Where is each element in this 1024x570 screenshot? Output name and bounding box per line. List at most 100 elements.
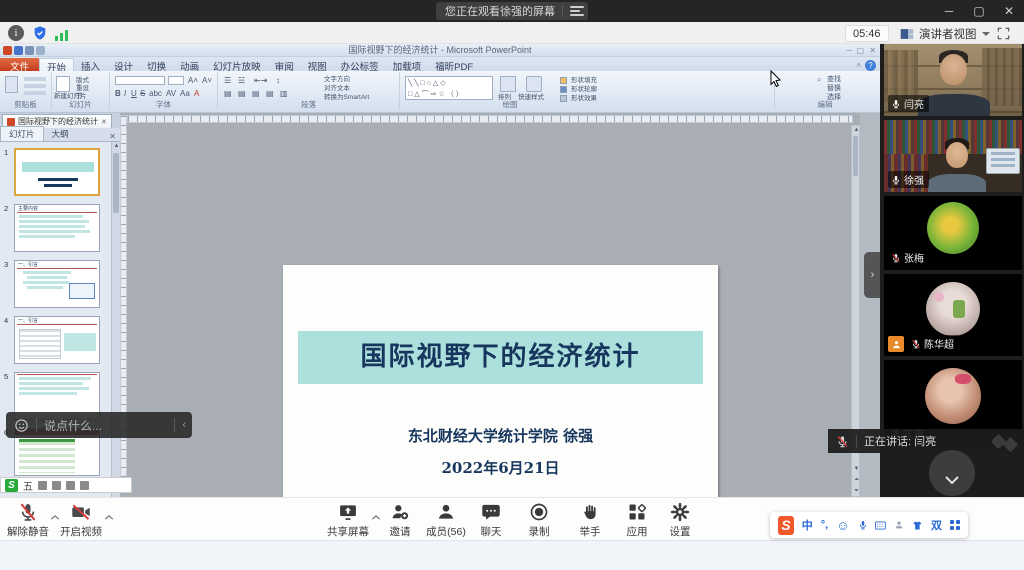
pane-close-icon[interactable]: ✕ [109, 132, 116, 141]
strikethrough-icon[interactable]: S [140, 89, 145, 98]
collapse-chat-icon[interactable]: ‹ [182, 419, 186, 431]
scroll-down-icon[interactable]: ▼ [852, 465, 861, 474]
shrink-font-icon[interactable]: A˅ [202, 76, 212, 85]
tab-file[interactable]: 文件 [0, 58, 39, 71]
replace-button[interactable]: 替换 [827, 85, 841, 93]
video-options-caret[interactable] [104, 508, 114, 526]
collapse-videos-button[interactable] [929, 450, 975, 496]
maximize-button[interactable]: ▢ [964, 0, 994, 22]
switch-layout-icon[interactable] [570, 6, 584, 16]
tab-review[interactable]: 审阅 [268, 58, 301, 71]
line-spacing-icon[interactable]: ↕ [276, 76, 280, 85]
wubi-mode-label[interactable]: 五 [23, 478, 33, 493]
settings-button[interactable]: 设置 [652, 502, 708, 539]
tab-outline-pane[interactable]: 大纲 [44, 127, 77, 141]
sogou-logo-icon[interactable]: S [778, 516, 794, 535]
slide-thumbnail-3[interactable]: 3 一、引言 [14, 260, 105, 308]
scroll-up-icon[interactable]: ▲ [852, 126, 861, 135]
record-button[interactable]: 录制 [511, 502, 567, 539]
tab-view[interactable]: 视图 [301, 58, 334, 71]
share-screen-button[interactable]: 共享屏幕 [320, 502, 376, 539]
ppt-minimize-icon[interactable]: ─ [846, 46, 852, 55]
tab-slides-pane[interactable]: 幻灯片 [0, 126, 44, 141]
slide-thumbnail-2[interactable]: 2 主要内容 [14, 204, 105, 252]
underline-icon[interactable]: U [131, 89, 137, 98]
text-direction-button[interactable]: 文字方向 [324, 76, 350, 84]
scroll-thumb[interactable] [113, 153, 119, 213]
bullets-icon[interactable]: ☰ [224, 76, 231, 85]
doc-close-icon[interactable]: ✕ [101, 118, 107, 126]
align-center-icon[interactable]: ▤ [238, 89, 246, 98]
shadow-icon[interactable]: abc [149, 89, 162, 98]
ime-tool-icon[interactable] [38, 481, 47, 490]
tab-addins[interactable]: 加载项 [386, 58, 429, 71]
tab-insert[interactable]: 插入 [74, 58, 107, 71]
next-slide-icon[interactable]: ⏷ [852, 487, 861, 496]
change-case-icon[interactable]: Aa [180, 89, 190, 98]
cut-button[interactable] [24, 77, 46, 81]
arrange-icon[interactable] [500, 76, 516, 92]
video-panel-collapse-handle[interactable]: › [864, 252, 881, 298]
italic-icon[interactable]: I [124, 89, 126, 98]
reset-button[interactable]: 重设 [76, 85, 89, 93]
format-painter-button[interactable] [24, 91, 46, 95]
new-slide-icon[interactable] [56, 76, 70, 92]
font-color-icon[interactable]: A [194, 89, 199, 98]
ime-toolbox-icon[interactable] [80, 481, 89, 490]
participant-video-chenhuachao[interactable]: 陈华超 [884, 274, 1022, 356]
participant-video-zhangmei[interactable]: 张梅 [884, 196, 1022, 270]
tab-transitions[interactable]: 切换 [140, 58, 173, 71]
find-button[interactable]: 查找 [827, 76, 841, 84]
ime-skin-icon[interactable] [912, 519, 923, 532]
ppt-restore-icon[interactable]: ▢ [856, 46, 864, 55]
tab-design[interactable]: 设计 [107, 58, 140, 71]
columns-icon[interactable]: ▥ [280, 89, 288, 98]
network-signal-icon[interactable] [55, 25, 71, 41]
font-name-select[interactable] [115, 76, 165, 85]
tab-foxitpdf[interactable]: 福昕PDF [428, 58, 480, 71]
quick-styles-icon[interactable] [526, 76, 542, 92]
sogou-logo-icon[interactable]: S [5, 479, 18, 492]
paste-button[interactable] [5, 76, 18, 93]
ime-punctuation-icon[interactable]: °, [821, 519, 828, 531]
justify-icon[interactable]: ▤ [266, 89, 274, 98]
chat-placeholder[interactable]: 说点什么... [44, 417, 167, 434]
ime-shuangpin-icon[interactable]: 双 [931, 517, 942, 533]
shapes-gallery[interactable]: ╲╲□○△◇□△⌒⇨☆（） [405, 76, 493, 100]
scroll-thumb[interactable] [853, 136, 858, 176]
ime-statusbar-right[interactable]: S 中 °, ☺ 双 [770, 512, 968, 538]
ime-keyboard-icon[interactable] [66, 481, 75, 490]
chat-quick-input[interactable]: 说点什么... ‹ [6, 412, 192, 438]
align-left-icon[interactable]: ▤ [224, 89, 232, 98]
unmute-button[interactable]: 解除静音 [0, 502, 56, 539]
shape-fill-button[interactable]: 形状填充 [571, 77, 597, 85]
font-size-select[interactable] [168, 76, 184, 85]
meeting-info-icon[interactable]: i [8, 25, 24, 41]
shape-outline-button[interactable]: 形状轮廓 [571, 86, 597, 94]
previous-slide-icon[interactable]: ⏶ [852, 476, 861, 485]
align-text-button[interactable]: 对齐文本 [324, 85, 350, 93]
start-video-button[interactable]: 开启视频 [53, 502, 109, 539]
participant-video-yanliang[interactable]: 闫亮 [884, 44, 1022, 116]
redo-icon[interactable] [36, 46, 45, 55]
char-spacing-icon[interactable]: AV [166, 89, 176, 98]
quick-access-toolbar[interactable] [3, 46, 45, 55]
align-right-icon[interactable]: ▤ [252, 89, 260, 98]
tab-slideshow[interactable]: 幻灯片放映 [206, 58, 268, 71]
tab-animations[interactable]: 动画 [173, 58, 206, 71]
copy-button[interactable] [24, 84, 46, 88]
ime-mode-chinese[interactable]: 中 [802, 517, 813, 533]
bold-icon[interactable]: B [115, 89, 121, 98]
grow-font-icon[interactable]: A˄ [188, 76, 198, 85]
ime-keyboard-icon[interactable] [875, 520, 886, 531]
minimize-button[interactable]: ─ [934, 0, 964, 22]
tab-home[interactable]: 开始 [39, 58, 74, 71]
ime-user-icon[interactable] [894, 519, 904, 531]
ime-pen-icon[interactable] [52, 481, 61, 490]
layout-button[interactable]: 版式 [76, 77, 89, 85]
pane-scrollbar[interactable]: ▲ [111, 142, 120, 497]
fullscreen-icon[interactable] [994, 25, 1012, 42]
save-icon[interactable] [14, 46, 23, 55]
view-mode-button[interactable]: 演讲者视图 [900, 25, 990, 42]
help-icon[interactable]: ? [865, 60, 876, 71]
